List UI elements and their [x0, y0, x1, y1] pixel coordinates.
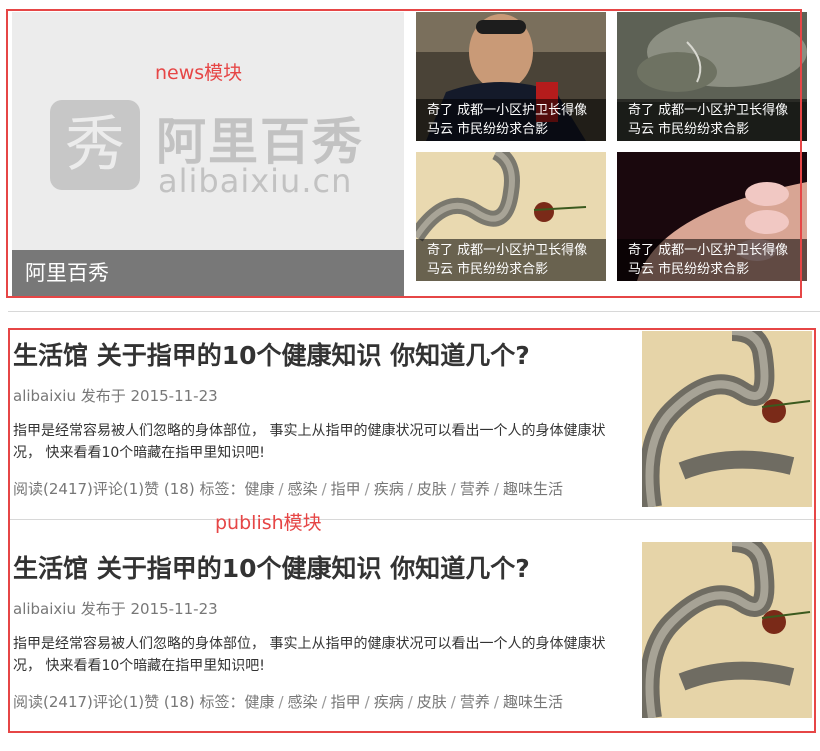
news-module-outline [6, 9, 802, 298]
news-module-label: news模块 [155, 62, 243, 84]
publish-module-outline [8, 328, 816, 733]
divider [8, 311, 820, 312]
